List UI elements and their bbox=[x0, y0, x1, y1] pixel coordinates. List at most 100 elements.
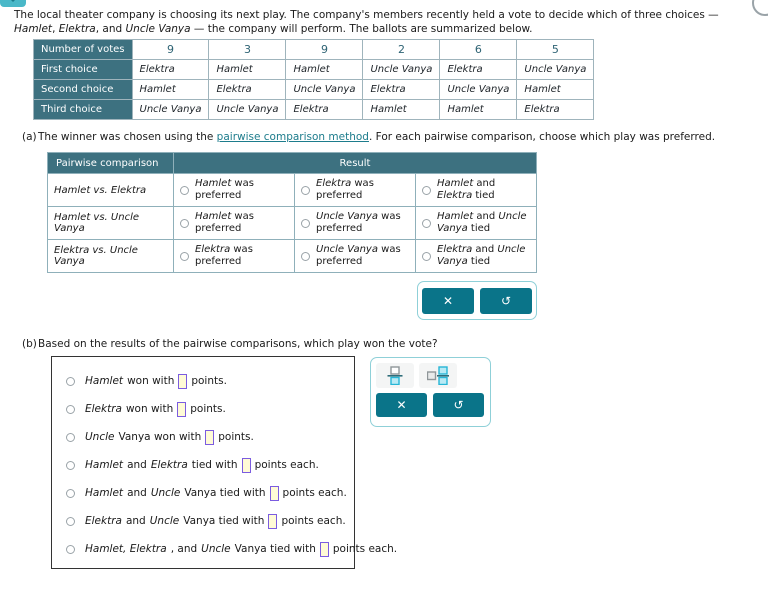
radio-icon[interactable] bbox=[66, 488, 75, 498]
table-row-votes: Number of votes 9 3 9 2 6 5 bbox=[33, 39, 595, 60]
votes-cell: 5 bbox=[516, 39, 595, 60]
part-a-label: (a) bbox=[22, 131, 37, 143]
table-row-third-choice: Third choice Uncle Vanya Uncle Vanya Ele… bbox=[33, 99, 595, 120]
comparison-play-b: Elektra bbox=[110, 184, 147, 196]
comparison-label: Elektra vs. Uncle Vanya bbox=[47, 239, 174, 273]
radio-icon[interactable] bbox=[180, 218, 189, 228]
option-text: Elektra and Uncle Vanya tied with points… bbox=[85, 513, 346, 529]
radio-icon[interactable] bbox=[66, 376, 75, 386]
table-header-row: Pairwise comparison Result bbox=[47, 152, 537, 174]
comparison-play-a: Hamlet bbox=[54, 212, 91, 223]
option-tail: points each. bbox=[281, 515, 346, 527]
radio-icon[interactable] bbox=[66, 404, 75, 414]
mixed-number-template-icon[interactable] bbox=[419, 363, 457, 388]
list-item[interactable]: Hamlet and Elektra tied with points each… bbox=[52, 451, 354, 479]
option-cell-3[interactable]: Hamlet and Elektra tied bbox=[415, 173, 537, 207]
choice-cell: Hamlet bbox=[208, 59, 287, 80]
comparison-play-a: Hamlet bbox=[54, 184, 91, 196]
intro-play-1: Hamlet bbox=[14, 23, 53, 35]
choice-cell: Uncle Vanya bbox=[516, 59, 595, 80]
choice-cell: Elektra bbox=[285, 99, 364, 120]
clear-button[interactable]: ✕ bbox=[422, 287, 474, 314]
radio-icon[interactable] bbox=[422, 185, 431, 195]
option-play-a: Hamlet bbox=[437, 178, 474, 189]
table-row-first-choice: First choice Elektra Hamlet Hamlet Uncle… bbox=[33, 59, 595, 80]
option-rest: tied bbox=[467, 256, 491, 267]
option-cell-3[interactable]: Hamlet and Uncle Vanya tied bbox=[415, 206, 537, 240]
choice-cell: Uncle Vanya bbox=[439, 79, 518, 100]
clear-button[interactable]: ✕ bbox=[376, 393, 427, 417]
option-mid-2: Vanya tied with bbox=[183, 515, 265, 527]
fraction-template-icon[interactable] bbox=[376, 363, 414, 388]
points-input[interactable] bbox=[319, 541, 329, 557]
option-text: Hamlet, Elektra, and Uncle Vanya tied wi… bbox=[85, 541, 397, 557]
radio-icon[interactable] bbox=[301, 185, 310, 195]
radio-icon[interactable] bbox=[301, 251, 310, 261]
table-row: Elektra vs. Uncle Vanya Elektra was pref… bbox=[47, 239, 537, 273]
points-input[interactable] bbox=[268, 513, 278, 529]
worksheet-page: The local theater company is choosing it… bbox=[0, 0, 768, 595]
choice-cell: Hamlet bbox=[131, 79, 210, 100]
list-item[interactable]: Hamlet won with points. bbox=[52, 367, 354, 395]
part-b-question: Based on the results of the pairwise com… bbox=[38, 338, 438, 350]
option-mid-2: Vanya tied with bbox=[234, 543, 316, 555]
option-play-a: Uncle bbox=[85, 431, 115, 443]
list-item[interactable]: Elektra won with points. bbox=[52, 395, 354, 423]
radio-icon[interactable] bbox=[180, 185, 189, 195]
choice-cell: Hamlet bbox=[285, 59, 364, 80]
option-text: Hamlet and Elektra tied with points each… bbox=[85, 457, 319, 473]
radio-icon[interactable] bbox=[66, 544, 75, 554]
radio-icon[interactable] bbox=[180, 251, 189, 261]
option-cell-2[interactable]: Elektra was preferred bbox=[294, 173, 416, 207]
list-item[interactable]: Uncle Vanya won with points. bbox=[52, 423, 354, 451]
list-item[interactable]: Hamlet and Uncle Vanya tied with points … bbox=[52, 479, 354, 507]
option-play-a: Hamlet, Elektra bbox=[85, 543, 167, 555]
points-input[interactable] bbox=[205, 429, 215, 445]
option-play-a: Hamlet bbox=[85, 459, 124, 471]
radio-icon[interactable] bbox=[422, 218, 431, 228]
option-play-b: Uncle bbox=[201, 543, 231, 555]
option-cell-2[interactable]: Uncle Vanya was preferred bbox=[294, 206, 416, 240]
option-cell-1[interactable]: Hamlet was preferred bbox=[173, 206, 295, 240]
option-mid: won with bbox=[127, 375, 175, 387]
option-play-b: Elektra bbox=[437, 190, 473, 201]
part-b-prompt: (b)Based on the results of the pairwise … bbox=[22, 337, 722, 351]
choice-cell: Elektra bbox=[516, 99, 595, 120]
undo-button[interactable]: ↺ bbox=[480, 287, 532, 314]
pairwise-comparison-method-link[interactable]: pairwise comparison method bbox=[217, 131, 369, 143]
votes-cell: 9 bbox=[285, 39, 364, 60]
row-header-votes: Number of votes bbox=[33, 39, 133, 60]
radio-icon[interactable] bbox=[66, 516, 75, 526]
option-cell-1[interactable]: Elektra was preferred bbox=[173, 239, 295, 273]
part-a-text-before: The winner was chosen using the bbox=[38, 131, 217, 143]
option-mid: and bbox=[473, 178, 496, 189]
option-rest: tied bbox=[467, 223, 491, 234]
option-text: Hamlet was preferred bbox=[195, 211, 288, 235]
radio-icon[interactable] bbox=[422, 251, 431, 261]
option-text: Uncle Vanya was preferred bbox=[316, 244, 409, 268]
undo-button[interactable]: ↺ bbox=[433, 393, 484, 417]
option-mid: Vanya won with bbox=[118, 431, 202, 443]
points-input[interactable] bbox=[269, 485, 279, 501]
part-b-answer-options: Hamlet won with points. Elektra won with… bbox=[51, 356, 397, 569]
choice-cell: Elektra bbox=[131, 59, 210, 80]
option-cell-2[interactable]: Uncle Vanya was preferred bbox=[294, 239, 416, 273]
intro-text-after: — the company will perform. The ballots … bbox=[190, 23, 533, 35]
points-input[interactable] bbox=[177, 401, 187, 417]
option-text: Elektra and Uncle Vanya tied bbox=[437, 244, 530, 268]
radio-icon[interactable] bbox=[66, 432, 75, 442]
radio-icon[interactable] bbox=[66, 460, 75, 470]
list-item[interactable]: Elektra and Uncle Vanya tied with points… bbox=[52, 507, 354, 535]
radio-icon[interactable] bbox=[301, 218, 310, 228]
intro-play-3: Uncle Vanya bbox=[125, 23, 191, 35]
points-input[interactable] bbox=[241, 457, 251, 473]
list-item[interactable]: Hamlet, Elektra, and Uncle Vanya tied wi… bbox=[52, 535, 397, 563]
option-tail: points each. bbox=[254, 459, 319, 471]
intro-paragraph: The local theater company is choosing it… bbox=[14, 8, 756, 36]
option-text: Hamlet was preferred bbox=[195, 178, 288, 202]
option-cell-1[interactable]: Hamlet was preferred bbox=[173, 173, 295, 207]
option-text: Elektra won with points. bbox=[85, 401, 226, 417]
choice-cell: Uncle Vanya bbox=[131, 99, 210, 120]
points-input[interactable] bbox=[178, 373, 188, 389]
option-cell-3[interactable]: Elektra and Uncle Vanya tied bbox=[415, 239, 537, 273]
